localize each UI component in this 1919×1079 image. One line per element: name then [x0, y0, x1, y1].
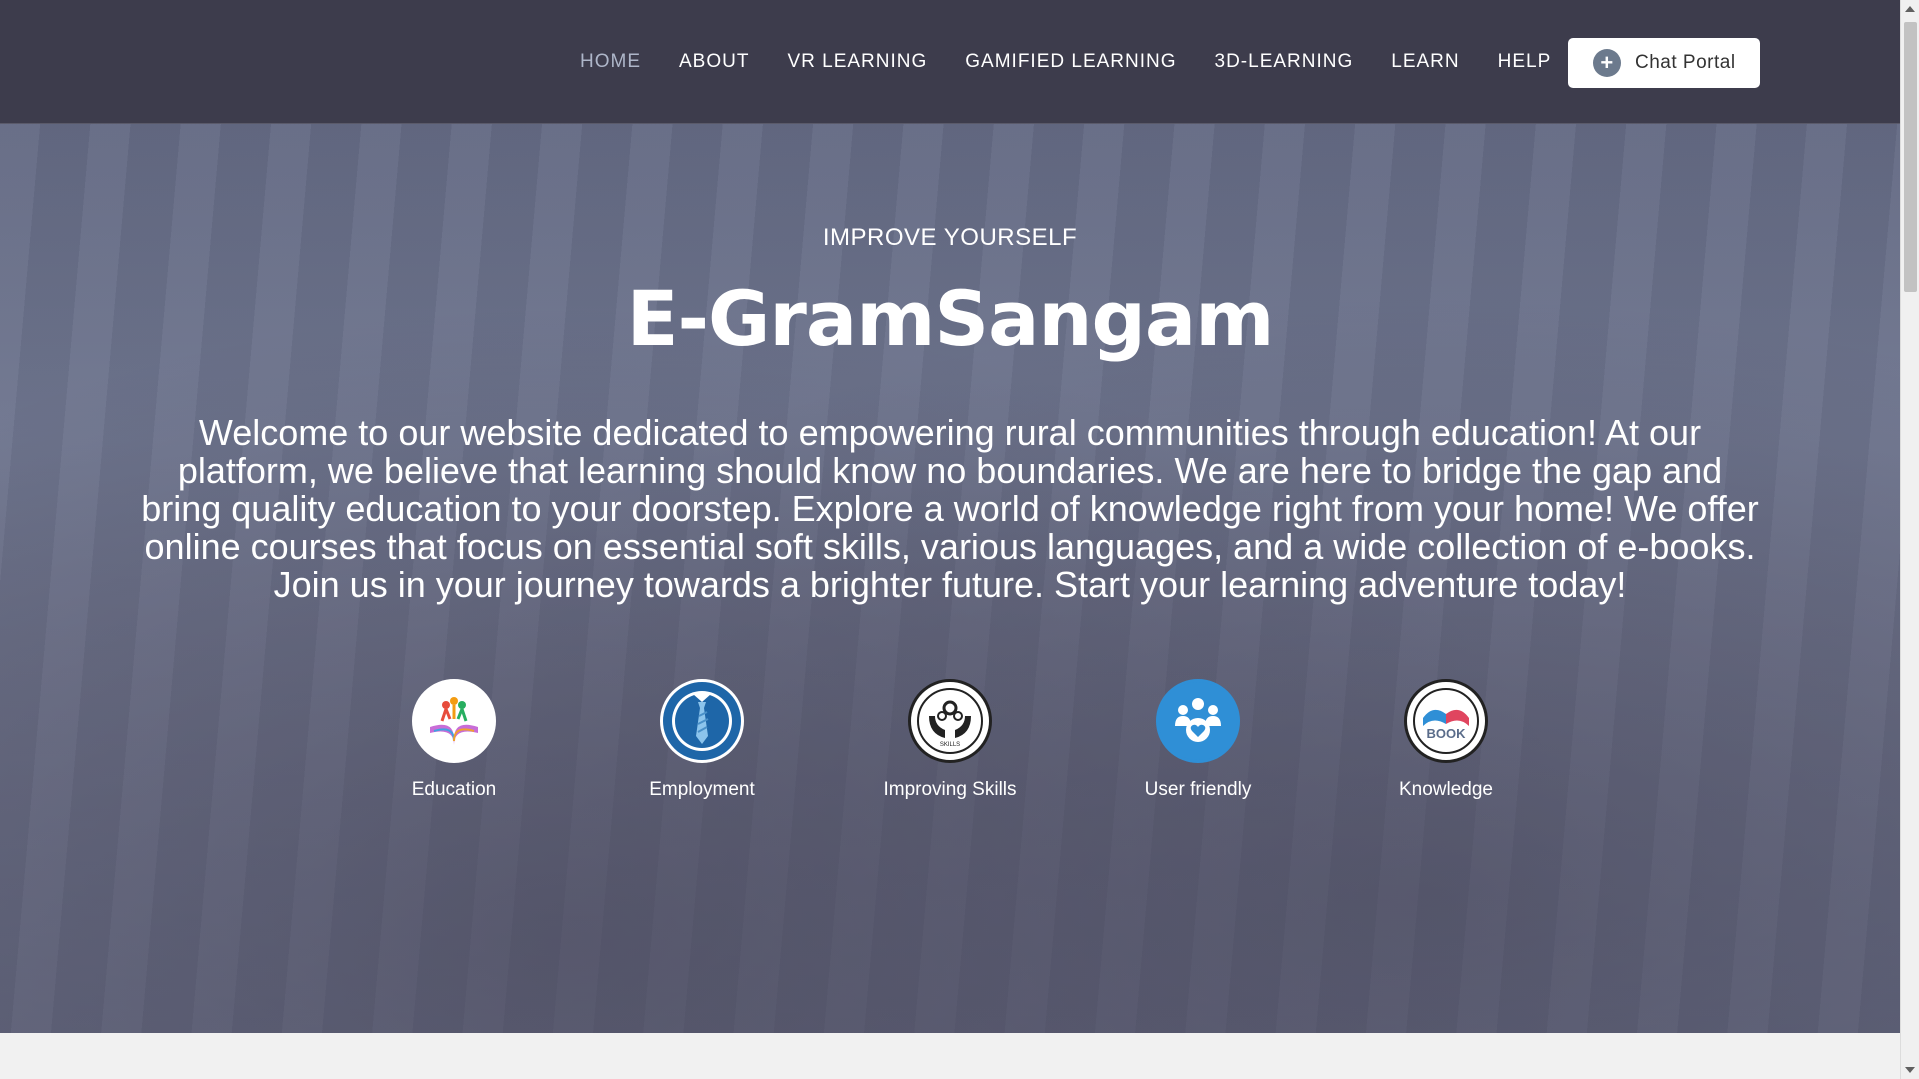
education-icon — [412, 679, 496, 763]
feature-education[interactable]: Education — [344, 679, 564, 801]
feature-user-friendly[interactable]: User friendly — [1088, 679, 1308, 801]
vertical-scrollbar[interactable] — [1900, 0, 1919, 1079]
feature-label: Education — [411, 779, 497, 800]
hero-title: E-GramSangam — [626, 274, 1275, 363]
skills-icon-text: SKILLS — [940, 742, 960, 748]
scroll-down-icon[interactable] — [1905, 1067, 1915, 1073]
hero-section: IMPROVE YOURSELF E-GramSangam Welcome to… — [0, 124, 1900, 1033]
hero-eyebrow: IMPROVE YOURSELF — [822, 224, 1078, 251]
page-bottom-strip — [0, 1033, 1900, 1079]
nav-gamified-learning[interactable]: GAMIFIED LEARNING — [965, 51, 1176, 73]
top-navbar: HOME ABOUT VR LEARNING GAMIFIED LEARNING… — [0, 0, 1900, 124]
feature-label: Improving Skills — [883, 779, 1017, 800]
chat-portal-button[interactable]: + Chat Portal — [1568, 38, 1760, 88]
users-heart-icon — [1156, 679, 1240, 763]
skills-icon: SKILLS — [908, 679, 992, 763]
nav-links: HOME ABOUT VR LEARNING GAMIFIED LEARNING… — [580, 0, 1589, 124]
feature-improving-skills[interactable]: SKILLS Improving Skills — [840, 679, 1060, 801]
feature-label: Employment — [649, 779, 755, 800]
tie-icon — [660, 679, 744, 763]
page: HOME ABOUT VR LEARNING GAMIFIED LEARNING… — [0, 0, 1900, 1079]
book-icon-text: BOOK — [1427, 726, 1467, 741]
nav-3d-learning[interactable]: 3D-LEARNING — [1215, 51, 1354, 73]
scrollbar-thumb[interactable] — [1904, 22, 1917, 292]
nav-vr-learning[interactable]: VR LEARNING — [787, 51, 927, 73]
plus-icon: + — [1593, 49, 1621, 77]
hero-intro-text: Welcome to our website dedicated to empo… — [141, 412, 1759, 605]
chat-portal-label: Chat Portal — [1635, 52, 1736, 73]
feature-label: Knowledge — [1398, 779, 1494, 800]
scroll-up-icon[interactable] — [1905, 6, 1915, 12]
nav-help[interactable]: HELP — [1498, 51, 1552, 73]
nav-home[interactable]: HOME — [580, 51, 641, 73]
book-icon: BOOK — [1404, 679, 1488, 763]
feature-knowledge[interactable]: BOOK Knowledge — [1336, 679, 1556, 801]
nav-learn[interactable]: LEARN — [1391, 51, 1459, 73]
feature-employment[interactable]: Employment — [592, 679, 812, 801]
feature-label: User friendly — [1144, 779, 1252, 800]
feature-list: Education Employment SKILLS Improving Sk… — [0, 679, 1900, 819]
nav-about[interactable]: ABOUT — [679, 51, 749, 73]
